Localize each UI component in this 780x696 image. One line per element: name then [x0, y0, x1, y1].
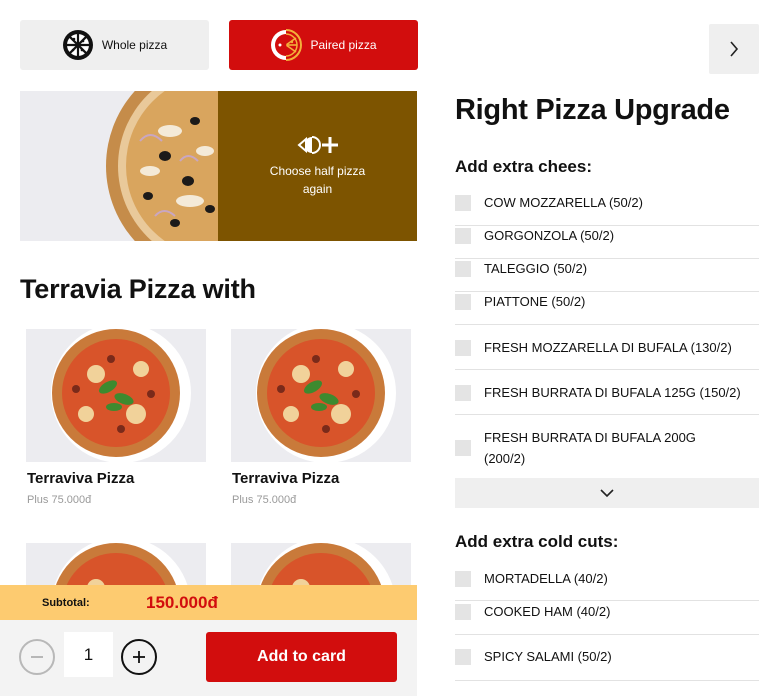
cheese-option[interactable]: PIATTONE (50/2) [455, 291, 759, 312]
cheese-option[interactable]: FRESH MOZZARELLA DI BUFALA (130/2) [455, 337, 759, 358]
cheese-option[interactable]: FRESH BURRATA DI BUFALA 200G (200/2) [455, 427, 725, 469]
show-more-button[interactable] [455, 478, 759, 508]
cheese-option[interactable]: GORGONZOLA (50/2) [455, 225, 759, 246]
checkbox[interactable] [455, 570, 471, 587]
checkbox[interactable] [455, 384, 471, 401]
subtotal-value: 150.000đ [146, 592, 218, 612]
section-title: Terravia Pizza with [20, 274, 256, 304]
subtotal-label: Subtotal: [42, 596, 90, 609]
tab-whole-label: Whole pizza [101, 38, 168, 52]
quantity-input[interactable] [64, 632, 113, 677]
option-label: FRESH BURRATA DI BUFALA 200G (200/2) [484, 430, 696, 466]
tab-whole-pizza[interactable]: Whole pizza [20, 20, 209, 70]
divider [455, 414, 759, 415]
add-half-icon [296, 136, 338, 154]
add-to-cart-button[interactable]: Add to card [206, 632, 397, 682]
tab-paired-pizza[interactable]: Paired pizza [229, 20, 418, 70]
pizza-image [26, 329, 206, 462]
option-label: COW MOZZARELLA (50/2) [484, 195, 643, 210]
cold-cut-option[interactable]: COOKED HAM (40/2) [455, 601, 759, 622]
option-label: GORGONZOLA (50/2) [484, 228, 615, 243]
choose-half-label: Choose half pizza again [269, 164, 366, 196]
option-label: TALEGGIO (50/2) [484, 261, 588, 276]
decrease-quantity-button[interactable] [19, 639, 55, 675]
checkbox[interactable] [455, 339, 471, 356]
checkbox[interactable] [455, 440, 471, 456]
left-half-pizza-image [20, 91, 218, 241]
option-label: FRESH BURRATA DI BUFALA 125G (150/2) [484, 385, 741, 400]
divider [455, 680, 759, 681]
pizza-whole-icon [62, 29, 94, 61]
pizza-name: Terraviva Pizza [27, 470, 135, 487]
option-label: PIATTONE (50/2) [484, 294, 586, 309]
subtotal-bar: Subtotal: 150.000đ [0, 585, 417, 620]
next-button[interactable] [709, 24, 759, 74]
pizza-price: Plus 75.000đ [232, 494, 297, 506]
cheese-option[interactable]: FRESH BURRATA DI BUFALA 125G (150/2) [455, 382, 759, 403]
divider [455, 324, 759, 325]
cheese-option[interactable]: COW MOZZARELLA (50/2) [455, 192, 759, 213]
pizza-card[interactable]: Terraviva Pizza Plus 75.000đ [26, 329, 206, 506]
option-label: COOKED HAM (40/2) [484, 604, 611, 619]
cold-cuts-group-title: Add extra cold cuts: [455, 532, 619, 551]
cold-cut-option[interactable]: SPICY SALAMI (50/2) [455, 646, 759, 667]
chevron-down-icon [600, 489, 614, 498]
chevron-right-icon [730, 41, 739, 57]
pizza-card[interactable]: Terraviva Pizza Plus 75.000đ [231, 329, 411, 506]
pizza-half-icon [270, 29, 303, 61]
option-label: MORTADELLA (40/2) [484, 571, 608, 586]
checkbox[interactable] [455, 293, 471, 310]
cold-cut-option[interactable]: MORTADELLA (40/2) [455, 568, 759, 589]
cheese-group-title: Add extra chees: [455, 157, 592, 176]
tab-paired-label: Paired pizza [310, 38, 377, 52]
choose-half-pizza-button[interactable]: Choose half pizza again [218, 91, 417, 241]
minus-icon [31, 656, 43, 658]
option-label: SPICY SALAMI (50/2) [484, 649, 612, 664]
plus-icon [133, 651, 145, 663]
checkbox[interactable] [455, 194, 471, 211]
divider [455, 369, 759, 370]
cheese-option[interactable]: TALEGGIO (50/2) [455, 258, 759, 279]
pizza-price: Plus 75.000đ [27, 494, 92, 506]
cart-bar: Add to card [0, 620, 417, 696]
divider [455, 634, 759, 635]
checkbox[interactable] [455, 260, 471, 277]
increase-quantity-button[interactable] [121, 639, 157, 675]
checkbox[interactable] [455, 648, 471, 665]
checkbox[interactable] [455, 603, 471, 620]
pizza-image [231, 329, 411, 462]
half-pizza-panel: Choose half pizza again [20, 91, 417, 241]
option-label: FRESH MOZZARELLA DI BUFALA (130/2) [484, 340, 732, 355]
pizza-name: Terraviva Pizza [232, 470, 340, 487]
upgrade-title: Right Pizza Upgrade [455, 94, 730, 126]
checkbox[interactable] [455, 227, 471, 244]
